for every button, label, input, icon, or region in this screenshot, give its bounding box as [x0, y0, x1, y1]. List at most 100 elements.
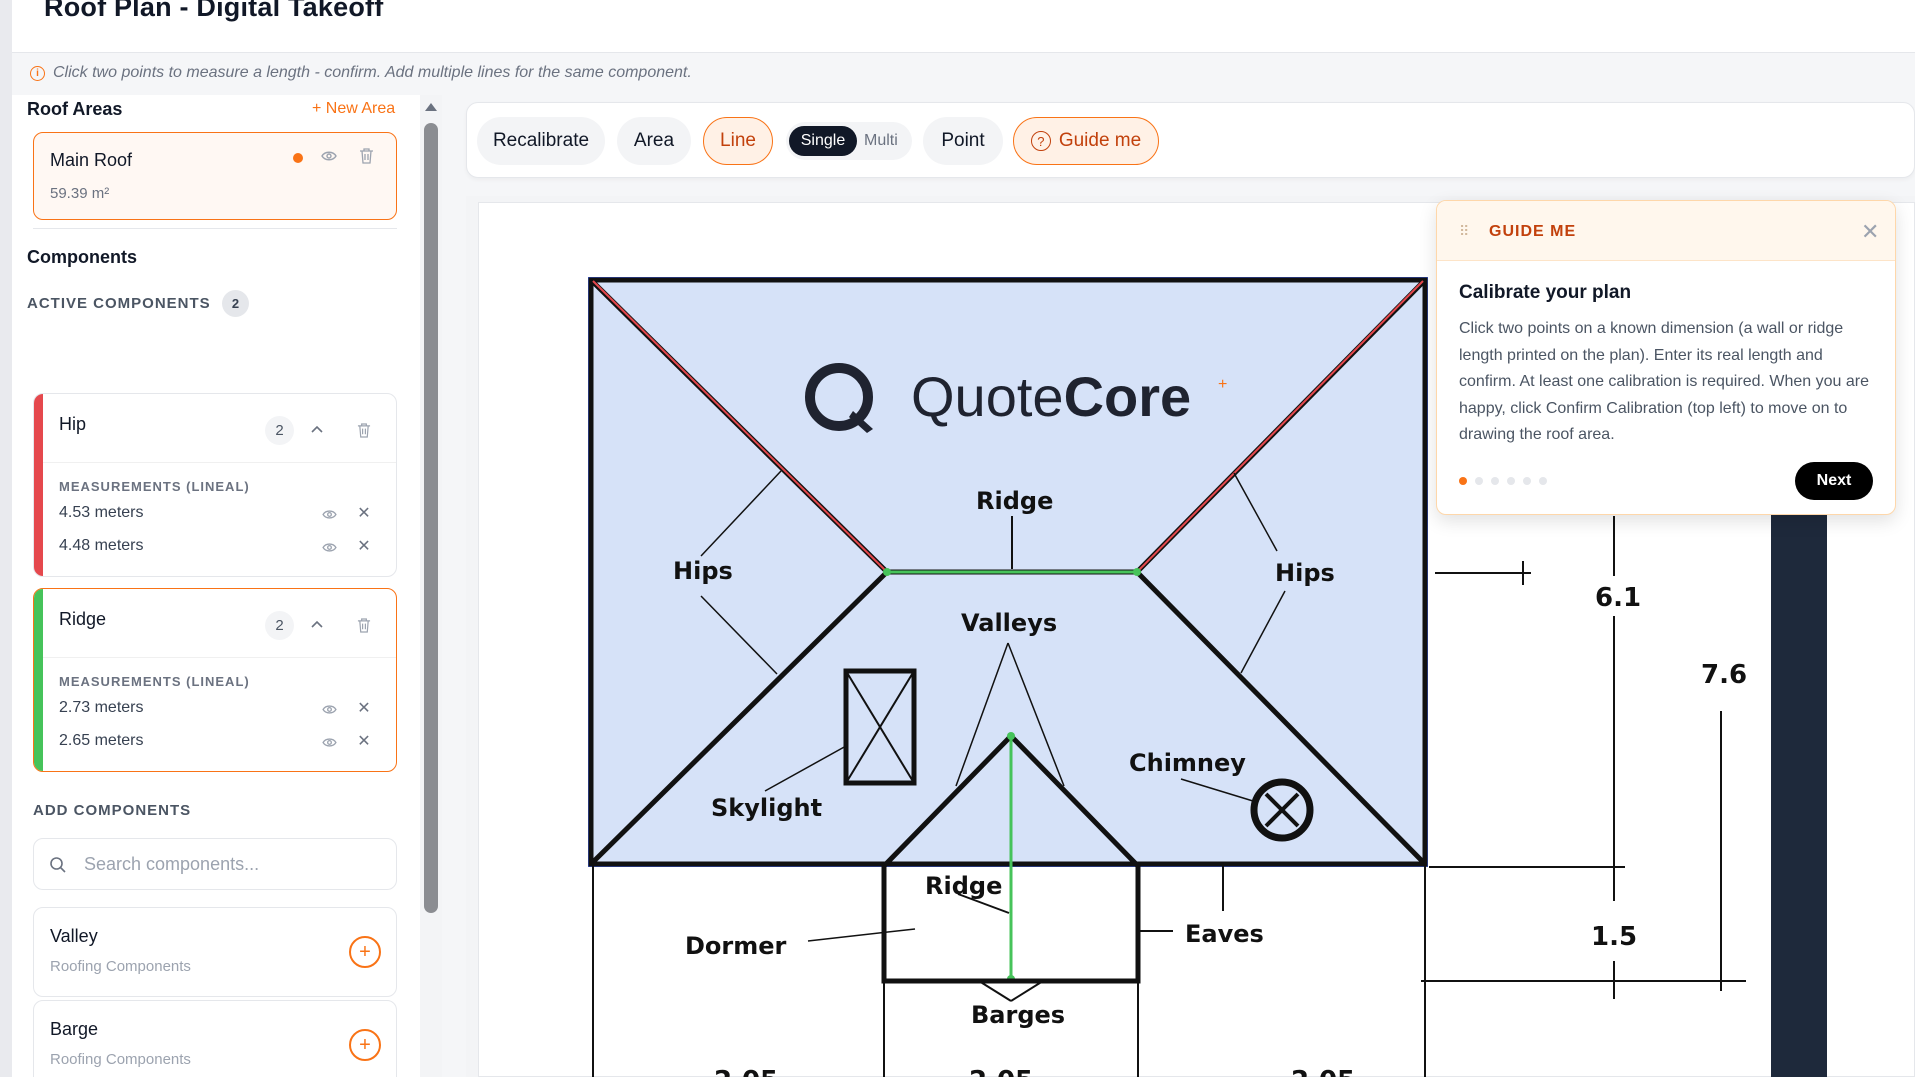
line-tool-button[interactable]: Line [703, 117, 773, 165]
measurement-value: 4.48 meters [59, 537, 144, 554]
component-name: Ridge [59, 609, 107, 629]
measurement-value: 2.65 meters [59, 732, 144, 749]
point-tool-button[interactable]: Point [923, 117, 1003, 165]
drag-handle-icon[interactable]: ⠿ [1459, 223, 1469, 240]
roof-area-size: 59.39 m² [50, 185, 110, 202]
next-button[interactable]: Next [1795, 462, 1873, 500]
eye-icon[interactable] [319, 146, 339, 166]
dimension-label: 6.1 [1595, 583, 1641, 613]
guide-me-label: Guide me [1058, 130, 1142, 151]
active-components-label: ACTIVE COMPONENTS [27, 295, 211, 312]
trash-icon[interactable] [355, 615, 373, 635]
add-component-category: Roofing Components [50, 1051, 191, 1068]
component-separator [43, 462, 396, 463]
chevron-up-icon[interactable] [308, 615, 326, 633]
eye-icon[interactable] [320, 506, 338, 522]
tool-toolbar: Recalibrate Area Line Single Multi Point… [466, 102, 1915, 178]
logo-text-light: Quote [911, 365, 1064, 428]
hint-text: Click two points to measure a length - c… [53, 64, 692, 81]
component-name: Hip [59, 414, 87, 434]
search-placeholder: Search components... [84, 854, 260, 874]
dimension-label: 2.05 [714, 1066, 778, 1077]
close-icon[interactable]: ✕ [355, 504, 373, 522]
app-root: Roof Plan - Digital Takeoff i Click two … [0, 0, 1915, 1077]
component-color-bar [34, 394, 43, 576]
trash-icon[interactable] [355, 420, 373, 440]
left-shade [0, 0, 12, 1077]
add-component-card-valley[interactable]: Valley Roofing Components + [33, 907, 397, 997]
add-component-plus-icon[interactable]: + [349, 936, 381, 968]
guide-me-button[interactable]: ? Guide me [1013, 117, 1159, 165]
dark-strip [1771, 506, 1827, 1077]
component-separator [43, 657, 396, 658]
close-icon[interactable]: ✕ [355, 537, 373, 555]
eye-icon[interactable] [320, 734, 338, 750]
guide-popup-header[interactable]: ⠿ GUIDE ME ✕ [1437, 201, 1895, 261]
step-dot [1523, 477, 1531, 485]
guide-popup-tag: GUIDE ME [1489, 223, 1577, 240]
plan-label-hips-right: Hips [1275, 559, 1335, 587]
roof-areas-title: Roof Areas [27, 99, 123, 119]
multi-mode-option[interactable]: Multi [864, 126, 898, 156]
svg-text:QuoteCore: QuoteCore [911, 365, 1191, 428]
info-icon: i [30, 65, 45, 81]
step-dot-active [1459, 477, 1467, 485]
page-title: Roof Plan - Digital Takeoff [44, 0, 384, 22]
close-icon[interactable]: ✕ [355, 732, 373, 750]
roof-area-name: Main Roof [50, 150, 133, 170]
step-dot [1539, 477, 1547, 485]
dimension-label: 1.5 [1591, 922, 1637, 952]
component-count-badge: 2 [265, 416, 294, 445]
eye-icon[interactable] [320, 701, 338, 717]
sidebar-scrollbar[interactable] [420, 95, 442, 1077]
plan-label-ridge: Ridge [976, 487, 1053, 515]
plan-label-valleys: Valleys [961, 609, 1057, 637]
eye-icon[interactable] [320, 539, 338, 555]
dimension-label: 7.6 [1701, 660, 1747, 690]
guide-popup-title: Calibrate your plan [1459, 282, 1632, 303]
logo-text-bold: Core [1064, 365, 1192, 428]
component-count-badge: 2 [265, 611, 294, 640]
measurements-title: MEASUREMENTS (LINEAL) [59, 674, 250, 689]
line-mode-toggle: Single Multi [786, 122, 912, 160]
recalibrate-button[interactable]: Recalibrate [477, 117, 605, 165]
active-dot [293, 153, 303, 163]
scroll-up-arrow-icon[interactable] [425, 103, 437, 111]
section-divider [33, 228, 397, 229]
active-components-count: 2 [222, 290, 249, 317]
component-card-hip[interactable]: Hip 2 MEASUREMENTS (LINEAL) 4.53 meters … [33, 393, 397, 577]
component-card-ridge[interactable]: Ridge 2 MEASUREMENTS (LINEAL) 2.73 meter… [33, 588, 397, 772]
plan-label-barges: Barges [971, 1001, 1065, 1029]
add-component-plus-icon[interactable]: + [349, 1029, 381, 1061]
step-dot [1475, 477, 1483, 485]
plan-label-hips-left: Hips [673, 557, 733, 585]
plan-label-chimney: Chimney [1129, 749, 1246, 777]
plan-label-dormer: Dormer [685, 932, 787, 960]
scroll-thumb[interactable] [424, 123, 438, 913]
search-icon [48, 855, 68, 875]
add-component-category: Roofing Components [50, 958, 191, 975]
help-circle-icon: ? [1030, 131, 1051, 151]
close-icon[interactable]: ✕ [355, 699, 373, 717]
chevron-up-icon[interactable] [308, 420, 326, 438]
component-color-bar [34, 589, 43, 771]
add-component-name: Barge [50, 1019, 99, 1039]
single-mode-option[interactable]: Single [789, 126, 857, 156]
trash-icon[interactable] [356, 145, 376, 167]
step-dot [1507, 477, 1515, 485]
add-component-card-barge[interactable]: Barge Roofing Components + [33, 1000, 397, 1077]
plan-label-eaves: Eaves [1185, 920, 1264, 948]
step-dot [1491, 477, 1499, 485]
close-icon[interactable]: ✕ [1861, 219, 1879, 245]
measurements-title: MEASUREMENTS (LINEAL) [59, 479, 250, 494]
guide-popup-body: Click two points on a known dimension (a… [1459, 320, 1869, 443]
guide-popup: ⠿ GUIDE ME ✕ Calibrate your plan Click t… [1436, 200, 1896, 515]
svg-text:+: + [1218, 376, 1227, 393]
new-area-button[interactable]: + New Area [312, 100, 395, 118]
area-tool-button[interactable]: Area [617, 117, 691, 165]
hint-text-row: i Click two points to measure a length -… [30, 64, 692, 82]
search-components-input[interactable]: Search components... [33, 838, 397, 890]
measurement-value: 4.53 meters [59, 504, 144, 521]
roof-area-card-main[interactable]: Main Roof 59.39 m² [33, 132, 397, 220]
add-component-name: Valley [50, 926, 98, 946]
